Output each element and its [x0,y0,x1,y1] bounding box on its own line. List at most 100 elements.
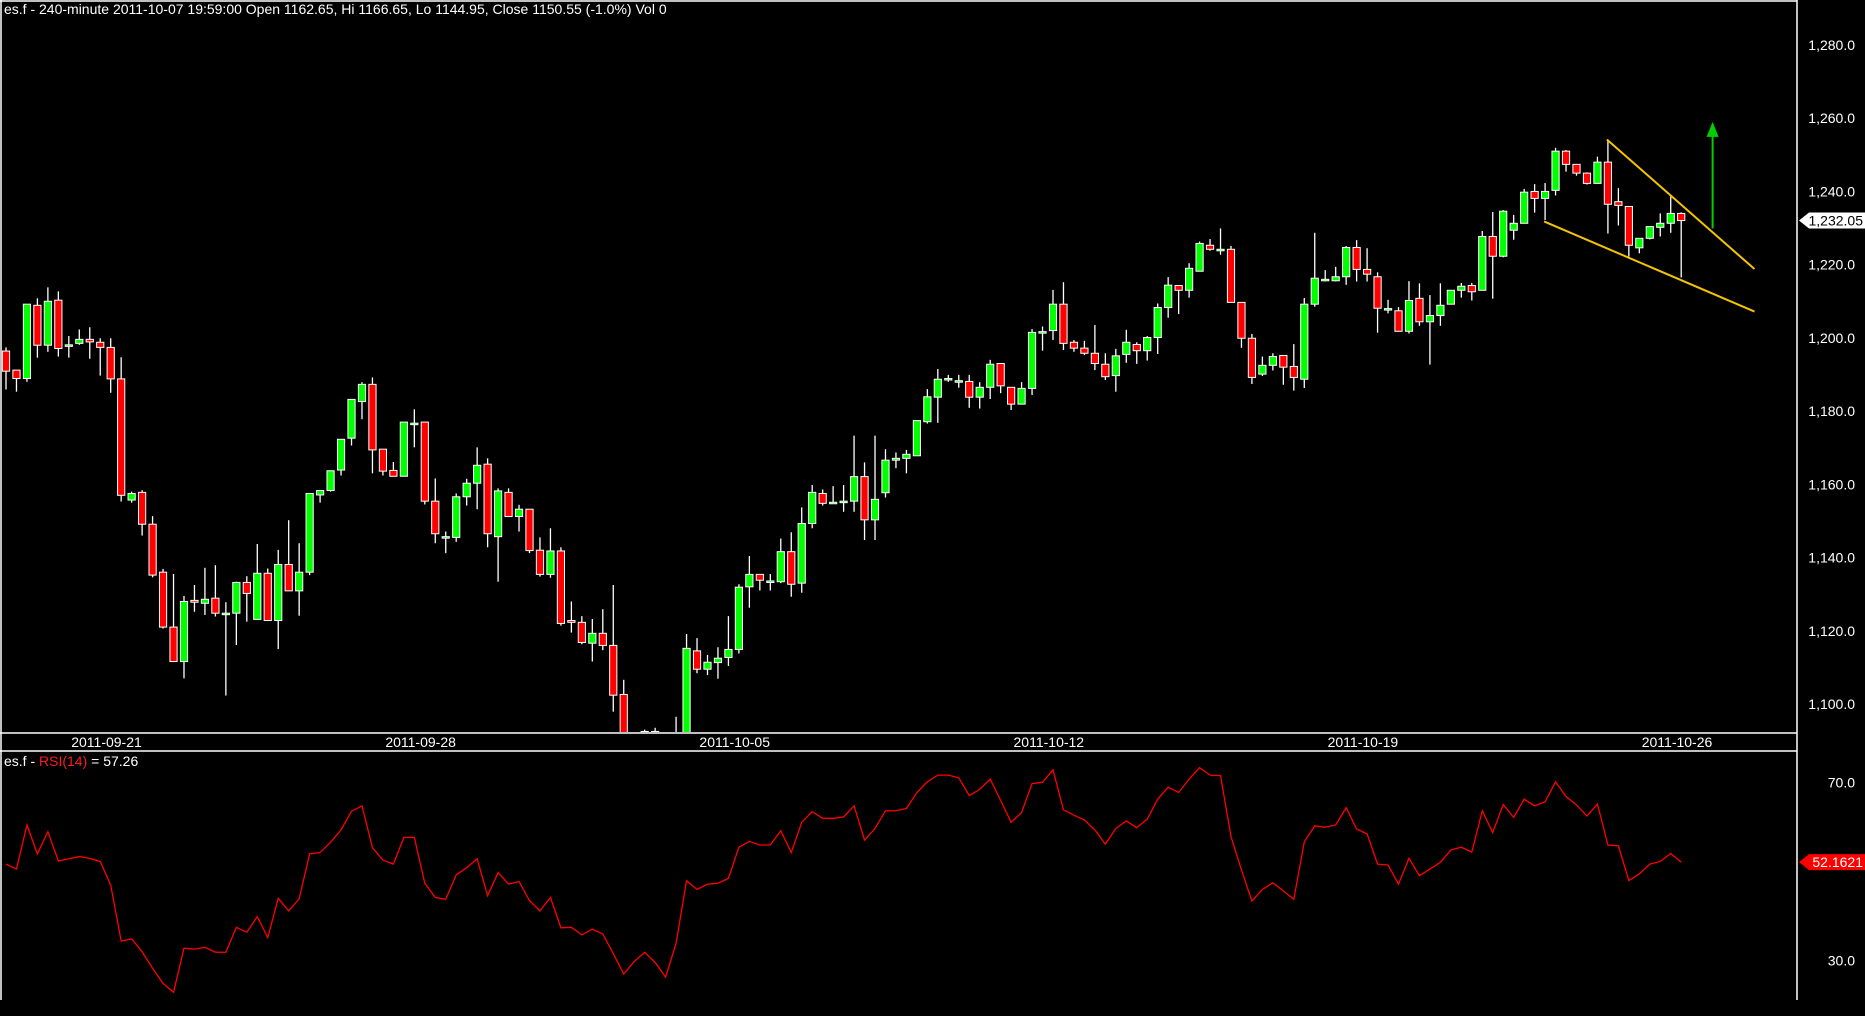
candle [525,508,534,554]
date-tick-label: 2011-10-19 [1328,734,1399,750]
candle-body-up [713,657,723,664]
candle-body-down [672,741,679,748]
candle [295,543,304,616]
candle [22,303,32,382]
candle-body-up [1499,210,1508,257]
candle [462,478,471,506]
price-tick-label: 1,240.0 [1808,183,1855,199]
candle-body-down [1467,285,1476,293]
candle [1059,282,1068,350]
candle [169,574,178,663]
candle-body-down [1080,347,1089,354]
candle-body-up [849,476,859,502]
price-axis[interactable]: 1,280.0 1,260.0 1,240.0 1,220.0 1,200.0 1,180… [1799,37,1865,712]
candle [1153,303,1162,354]
candle-body-up [127,492,136,501]
candle [1069,340,1079,352]
candle-body-down [1247,337,1257,378]
candle [1101,353,1110,380]
candle [399,421,408,477]
candle-body-up [902,453,911,459]
candle [1122,329,1131,363]
candle-body-down [158,571,168,628]
candle-body-down [85,338,94,343]
candle [493,488,503,582]
candle [745,556,754,608]
candle-body-down [1373,276,1382,309]
candle [1614,188,1623,226]
candle-body-up [253,572,262,620]
price-tick-label: 1,260.0 [1808,110,1855,126]
candle-body-down [1226,248,1236,303]
candle [441,531,450,554]
drawings-layer [1543,121,1756,313]
rsi-tick-label: 30.0 [1828,953,1855,969]
candle [368,377,377,474]
candle-body-down [1582,172,1592,184]
candle [692,638,702,674]
rsi-line [5,766,1682,994]
candle-body-down [755,573,764,581]
candle [640,729,649,732]
candle-body-down [483,463,492,535]
candle [1373,272,1382,333]
candle [1247,333,1257,385]
candle-body-up [808,491,817,524]
candle [138,490,147,536]
candle [598,609,607,651]
candle-body-up [336,438,346,471]
candle [64,336,73,358]
candle-body-down [389,469,398,477]
candle [881,449,890,498]
rsi-header-value: = 57.26 [87,753,139,769]
candle-body-up [1122,341,1131,355]
rsi-last-value-label: 52.1621 [1812,854,1863,870]
candle [776,538,785,584]
candle-body-up [986,363,995,388]
candle-body-up [797,522,806,584]
candle-body-up [357,383,367,403]
candle-body-up [1404,300,1414,332]
candle-body-down [1174,285,1183,291]
candle-body-down [284,563,293,592]
candle [1436,283,1445,326]
candle-body-down [692,650,702,670]
candle [839,485,848,512]
candle-body-down [378,448,388,472]
candle-body-up [1457,285,1466,291]
candle [33,298,42,358]
candle-body-up [493,490,503,538]
candle-body-down [1561,150,1571,165]
candle [797,507,806,593]
candle-body-up [1656,222,1665,228]
candle [452,493,461,542]
candle-body-up [1593,161,1602,184]
chart-canvas[interactable]: 1,280.0 1,260.0 1,240.0 1,220.0 1,200.0 1,180… [0,0,1865,1016]
date-axis[interactable]: 2011-09-21 2011-09-28 2011-10-05 2011-10-12… [71,734,1712,750]
candle-body-down [818,492,827,504]
candle-body-down [1677,212,1686,222]
candle [965,374,974,408]
candle [1677,212,1686,278]
candle [1111,348,1120,392]
candle-body-up [64,344,73,347]
candle [179,595,189,679]
candle [944,374,953,382]
candle-body-down [525,508,534,552]
candle [357,382,367,420]
candle [912,420,921,457]
candle [1540,183,1550,220]
price-tick-label: 1,160.0 [1808,476,1855,492]
candle [347,398,356,446]
candle [1582,172,1592,185]
candle [420,421,429,505]
candle-body-down [996,363,1005,387]
candle-body-up [1540,190,1550,199]
candle-body-up [1425,315,1435,323]
candle-body-down [1069,341,1079,349]
candle [556,547,566,626]
candle [1143,336,1152,361]
candle-body-up [441,536,450,539]
candle-body-down [1603,161,1613,205]
candle [818,489,827,506]
